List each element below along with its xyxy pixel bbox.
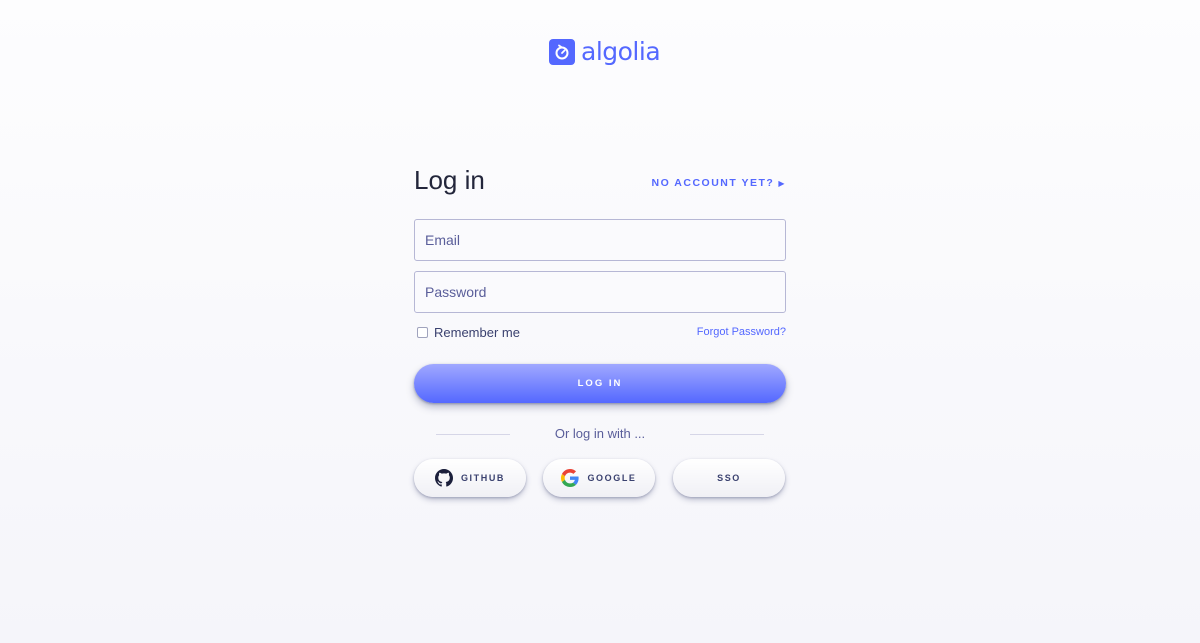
- google-login-button[interactable]: GOOGLE: [543, 459, 655, 497]
- github-icon: [434, 469, 453, 487]
- divider-line-right: [690, 434, 764, 435]
- login-button[interactable]: LOG IN: [414, 364, 786, 403]
- login-page: algolia Log in NO ACCOUNT YET? ▶ Remembe…: [0, 0, 1200, 643]
- signup-link[interactable]: NO ACCOUNT YET? ▶: [652, 177, 787, 189]
- email-field[interactable]: [414, 219, 786, 261]
- github-login-button[interactable]: GITHUB: [414, 459, 526, 497]
- stopwatch-icon: [549, 39, 575, 65]
- social-divider: Or log in with ...: [414, 424, 786, 444]
- remember-me-checkbox[interactable]: [417, 327, 428, 338]
- algolia-logo[interactable]: algolia: [549, 37, 661, 66]
- login-header: Log in NO ACCOUNT YET? ▶: [414, 160, 786, 200]
- google-icon: [561, 469, 580, 487]
- google-label: GOOGLE: [587, 473, 637, 483]
- signup-link-label: NO ACCOUNT YET?: [651, 177, 775, 189]
- remember-me-label: Remember me: [434, 325, 520, 340]
- remember-me-control[interactable]: Remember me: [417, 325, 520, 340]
- sso-login-button[interactable]: SSO: [673, 459, 785, 497]
- github-label: GITHUB: [460, 473, 506, 483]
- brand-name: algolia: [581, 37, 661, 66]
- forgot-password-link[interactable]: Forgot Password?: [697, 326, 786, 338]
- play-arrow-icon: ▶: [778, 178, 786, 188]
- page-title: Log in: [414, 165, 485, 195]
- password-field[interactable]: [414, 271, 786, 313]
- login-card: Log in NO ACCOUNT YET? ▶ Remember me For…: [414, 160, 786, 497]
- sso-label: SSO: [717, 473, 741, 483]
